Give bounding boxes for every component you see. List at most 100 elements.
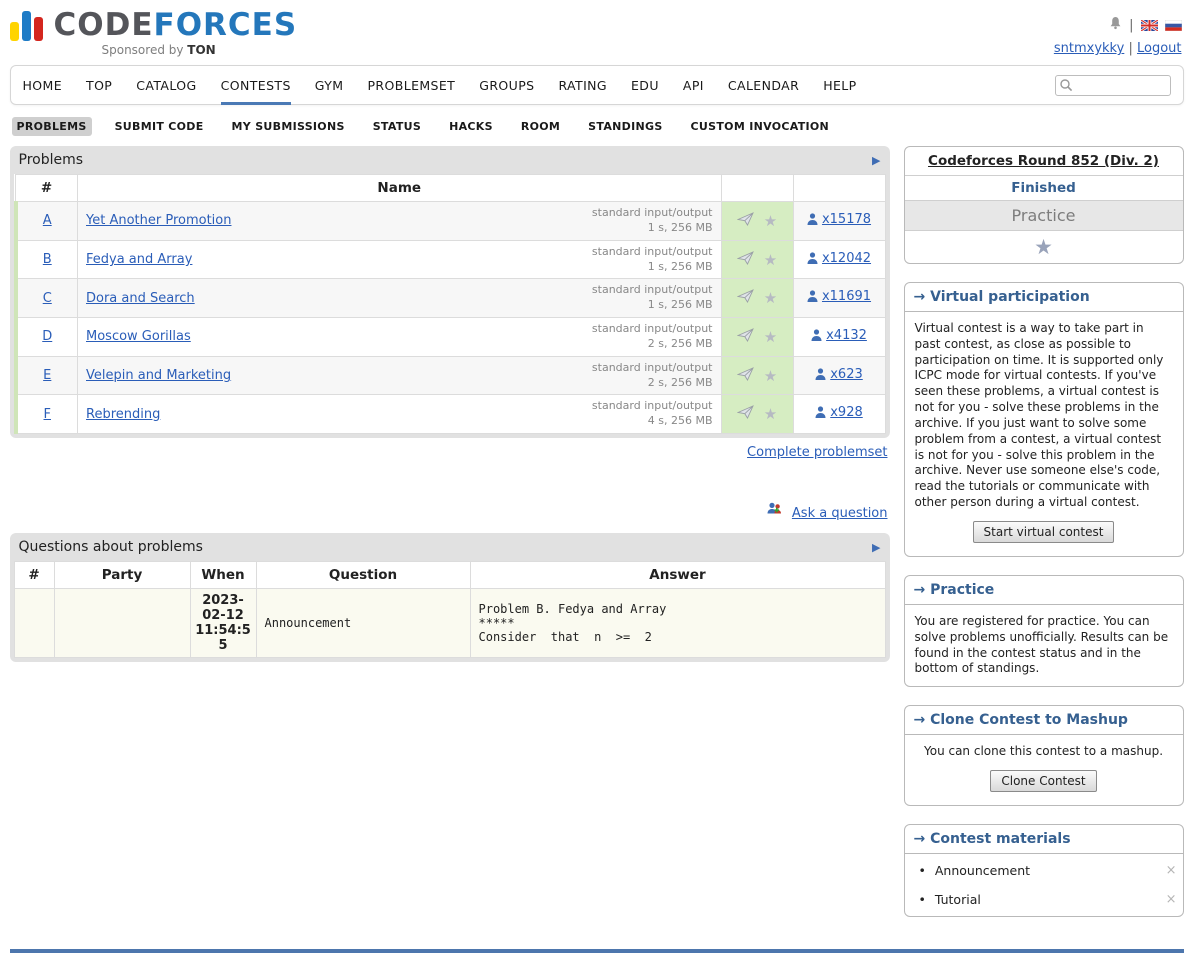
nav-item-rating[interactable]: RATING	[558, 66, 607, 105]
tab-hacks[interactable]: HACKS	[444, 117, 498, 136]
contest-title-link[interactable]: Codeforces Round 852 (Div. 2)	[928, 153, 1159, 169]
table-row: C Dora and Search standard input/output1…	[16, 279, 886, 318]
tab-status[interactable]: STATUS	[368, 117, 426, 136]
close-icon[interactable]: ×	[1166, 892, 1177, 907]
col-header-number: #	[16, 175, 78, 202]
table-row: E Velepin and Marketing standard input/o…	[16, 356, 886, 395]
material-tutorial-link[interactable]: Tutorial	[935, 892, 981, 907]
nav-item-calendar[interactable]: CALENDAR	[728, 66, 799, 105]
contest-favorite-star-icon[interactable]: ★	[1034, 235, 1053, 259]
bullet-icon: •	[919, 892, 926, 907]
complete-problemset-link[interactable]: Complete problemset	[747, 445, 887, 460]
favorite-star-icon[interactable]: ★	[764, 328, 777, 346]
problem-letter-link[interactable]: D	[42, 329, 52, 344]
nav-item-contests[interactable]: CONTESTS	[221, 66, 291, 105]
tab-custom-invocation[interactable]: CUSTOM INVOCATION	[686, 117, 835, 136]
problem-letter-link[interactable]: F	[44, 407, 51, 422]
header: CODEFORCES Sponsored by TON | sntmxykky …	[10, 6, 1184, 65]
questions-expand-arrow-icon[interactable]: ▶	[872, 541, 880, 554]
solved-count-link[interactable]: x928	[815, 405, 863, 420]
table-row: F Rebrending standard input/output4 s, 2…	[16, 395, 886, 434]
search-icon	[1059, 78, 1073, 96]
submit-plane-icon[interactable]	[737, 212, 754, 230]
favorite-star-icon[interactable]: ★	[764, 212, 777, 230]
submit-plane-icon[interactable]	[737, 405, 754, 423]
clone-contest-button[interactable]: Clone Contest	[990, 770, 1096, 792]
search-box	[1055, 75, 1171, 96]
ask-question-link[interactable]: Ask a question	[792, 506, 888, 521]
favorite-star-icon[interactable]: ★	[764, 289, 777, 307]
virtual-participation-caption: → Virtual participation	[905, 283, 1183, 312]
tab-submit-code[interactable]: SUBMIT CODE	[110, 117, 209, 136]
material-announcement-link[interactable]: Announcement	[935, 863, 1030, 878]
questions-table-container: Questions about problems ▶ # Party When …	[10, 533, 890, 662]
person-icon	[807, 213, 818, 226]
practice-caption: → Practice	[905, 576, 1183, 605]
virtual-participation-box: → Virtual participation Virtual contest …	[904, 282, 1184, 557]
solved-count-link[interactable]: x11691	[807, 289, 871, 304]
problem-name-link[interactable]: Moscow Gorillas	[86, 329, 191, 344]
submit-plane-icon[interactable]	[737, 328, 754, 346]
tab-my-submissions[interactable]: MY SUBMISSIONS	[227, 117, 350, 136]
favorite-star-icon[interactable]: ★	[764, 251, 777, 269]
solved-count-link[interactable]: x12042	[807, 251, 871, 266]
question-when: 2023-02-12 11:54:55	[190, 589, 256, 658]
page: CODEFORCES Sponsored by TON | sntmxykky …	[10, 0, 1184, 953]
nav-item-groups[interactable]: GROUPS	[479, 66, 534, 105]
problem-name-link[interactable]: Fedya and Array	[86, 252, 192, 267]
submit-plane-icon[interactable]	[737, 251, 754, 269]
tab-room[interactable]: ROOM	[516, 117, 565, 136]
problems-expand-arrow-icon[interactable]: ▶	[872, 154, 880, 167]
problem-constraints: standard input/output1 s, 256 MB	[592, 283, 713, 313]
nav-item-edu[interactable]: EDU	[631, 66, 659, 105]
submit-plane-icon[interactable]	[737, 367, 754, 385]
nav-item-api[interactable]: API	[683, 66, 704, 105]
problem-letter-link[interactable]: A	[43, 213, 52, 228]
favorite-star-icon[interactable]: ★	[764, 405, 777, 423]
nav-item-gym[interactable]: GYM	[315, 66, 344, 105]
problem-name-link[interactable]: Rebrending	[86, 407, 160, 422]
problem-name-link[interactable]: Yet Another Promotion	[86, 213, 231, 228]
virtual-participation-text: Virtual contest is a way to take part in…	[915, 321, 1173, 511]
bell-icon[interactable]	[1109, 16, 1122, 34]
favorite-star-icon[interactable]: ★	[764, 367, 777, 385]
submit-plane-icon[interactable]	[737, 289, 754, 307]
nav-item-help[interactable]: HELP	[823, 66, 856, 105]
problem-letter-link[interactable]: C	[43, 291, 52, 306]
problem-letter-link[interactable]: E	[43, 368, 51, 383]
codeforces-logo[interactable]: CODEFORCES Sponsored by TON	[10, 10, 298, 57]
table-row: 2023-02-12 11:54:55 Announcement Problem…	[14, 589, 885, 658]
start-virtual-contest-button[interactable]: Start virtual contest	[973, 521, 1115, 543]
username-link[interactable]: sntmxykky	[1054, 41, 1124, 56]
logout-link[interactable]: Logout	[1137, 41, 1182, 56]
solved-count-link[interactable]: x623	[815, 367, 863, 382]
problem-letter-link[interactable]: B	[43, 252, 52, 267]
tab-problems[interactable]: PROBLEMS	[12, 117, 92, 136]
nav-item-top[interactable]: TOP	[86, 66, 112, 105]
footer-divider	[10, 949, 1184, 953]
person-icon	[807, 252, 818, 265]
sidebar: Codeforces Round 852 (Div. 2) Finished P…	[904, 146, 1184, 935]
nav-item-home[interactable]: HOME	[23, 66, 63, 105]
flag-ru-icon[interactable]	[1165, 20, 1182, 31]
bullet-icon: •	[919, 863, 926, 878]
problem-constraints: standard input/output1 s, 256 MB	[592, 206, 713, 236]
tab-standings[interactable]: STANDINGS	[583, 117, 667, 136]
close-icon[interactable]: ×	[1166, 863, 1177, 878]
nav-item-catalog[interactable]: CATALOG	[136, 66, 196, 105]
questions-caption: Questions about problems	[19, 539, 203, 555]
problem-name-link[interactable]: Velepin and Marketing	[86, 368, 231, 383]
flag-en-icon[interactable]	[1141, 20, 1158, 31]
col-header-party: Party	[54, 562, 190, 589]
solved-count-link[interactable]: x4132	[811, 328, 867, 343]
logo-text: CODEFORCES	[54, 10, 298, 41]
col-header-solved	[793, 175, 885, 202]
solved-count-link[interactable]: x15178	[807, 212, 871, 227]
main-nav: HOME TOP CATALOG CONTESTS GYM PROBLEMSET…	[10, 65, 1184, 105]
problem-name-link[interactable]: Dora and Search	[86, 291, 195, 306]
problem-constraints: standard input/output4 s, 256 MB	[592, 399, 713, 429]
person-icon	[807, 290, 818, 303]
nav-item-problemset[interactable]: PROBLEMSET	[367, 66, 455, 105]
person-icon	[811, 329, 822, 342]
main-column: Problems ▶ # Name	[10, 146, 890, 662]
